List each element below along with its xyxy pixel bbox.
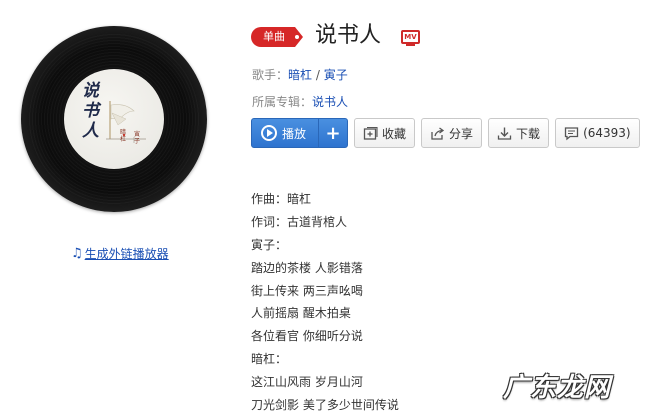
comments-button[interactable]: (64393) (555, 118, 640, 148)
singer-separator: / (315, 68, 320, 82)
external-player-link[interactable]: ♫ 生成外链播放器 (71, 245, 169, 262)
comments-count: (64393) (583, 126, 631, 140)
lyric-line: 这江山风雨 岁月山河 (251, 375, 363, 390)
singer-link-1[interactable]: 暗杠 (288, 68, 312, 82)
share-button[interactable]: 分享 (421, 118, 483, 148)
download-label: 下载 (516, 126, 541, 141)
song-title: 说书人 (315, 23, 382, 48)
lyric-line: 作词：古道背棺人 (251, 214, 348, 229)
external-player-label: 生成外链播放器 (84, 247, 169, 261)
singer-row: 歌手：暗杠 / 寅子 (252, 66, 348, 83)
album-link[interactable]: 说书人 (312, 95, 348, 109)
tag-dot-icon (295, 35, 299, 39)
music-note-icon: ♫ (71, 246, 83, 261)
download-icon (497, 127, 512, 140)
download-button[interactable]: 下载 (488, 118, 550, 148)
album-label: 所属专辑： (252, 95, 313, 109)
single-tag-label: 单曲 (251, 27, 295, 47)
comment-icon (564, 126, 579, 140)
singer-link-2[interactable]: 寅子 (324, 68, 348, 82)
album-vinyl: 说书人 暗杠 寅子 (21, 26, 207, 212)
lyric-line: 街上传来 两三声吆喝 (251, 283, 363, 298)
singer-label: 歌手： (252, 68, 289, 82)
share-icon (431, 126, 445, 140)
lyrics-block: 作曲：暗杠 作词：古道背棺人 寅子： 踏边的茶楼 人影错落 街上传来 两三声吆喝… (251, 188, 399, 416)
lyric-line: 各位看官 你细听分说 (251, 329, 363, 344)
lyric-line: 踏边的茶楼 人影错落 (251, 260, 363, 275)
lyric-line: 寅子： (251, 237, 288, 252)
action-toolbar: 播放 + 收藏 分享 下载 (64393) (251, 118, 640, 148)
play-button[interactable]: 播放 (252, 119, 320, 147)
play-label: 播放 (282, 126, 307, 141)
lyric-line: 暗杠： (251, 352, 288, 367)
collect-label: 收藏 (382, 126, 407, 141)
cover-artist-right: 寅子 (134, 131, 141, 145)
site-watermark: 广东龙网 (503, 373, 612, 403)
lyric-line: 作曲：暗杠 (251, 192, 312, 206)
cover-title: 说书人 (82, 81, 99, 141)
play-icon (261, 125, 277, 141)
album-cover: 说书人 暗杠 寅子 (64, 69, 164, 169)
share-label: 分享 (449, 126, 474, 141)
single-tag: 单曲 (251, 27, 306, 47)
cover-artist-left: 暗杠 (120, 129, 127, 143)
album-row: 所属专辑：说书人 (252, 93, 348, 110)
lyric-line: 人前摇扇 醒木拍桌 (251, 306, 351, 321)
collect-button[interactable]: 收藏 (354, 118, 416, 148)
play-button-group: 播放 + (251, 118, 349, 148)
mv-icon[interactable]: MV (401, 30, 420, 46)
collect-icon (363, 126, 378, 140)
lyric-line: 刀光剑影 美了多少世间传说 (251, 398, 399, 413)
add-to-playlist-button[interactable]: + (319, 119, 347, 147)
